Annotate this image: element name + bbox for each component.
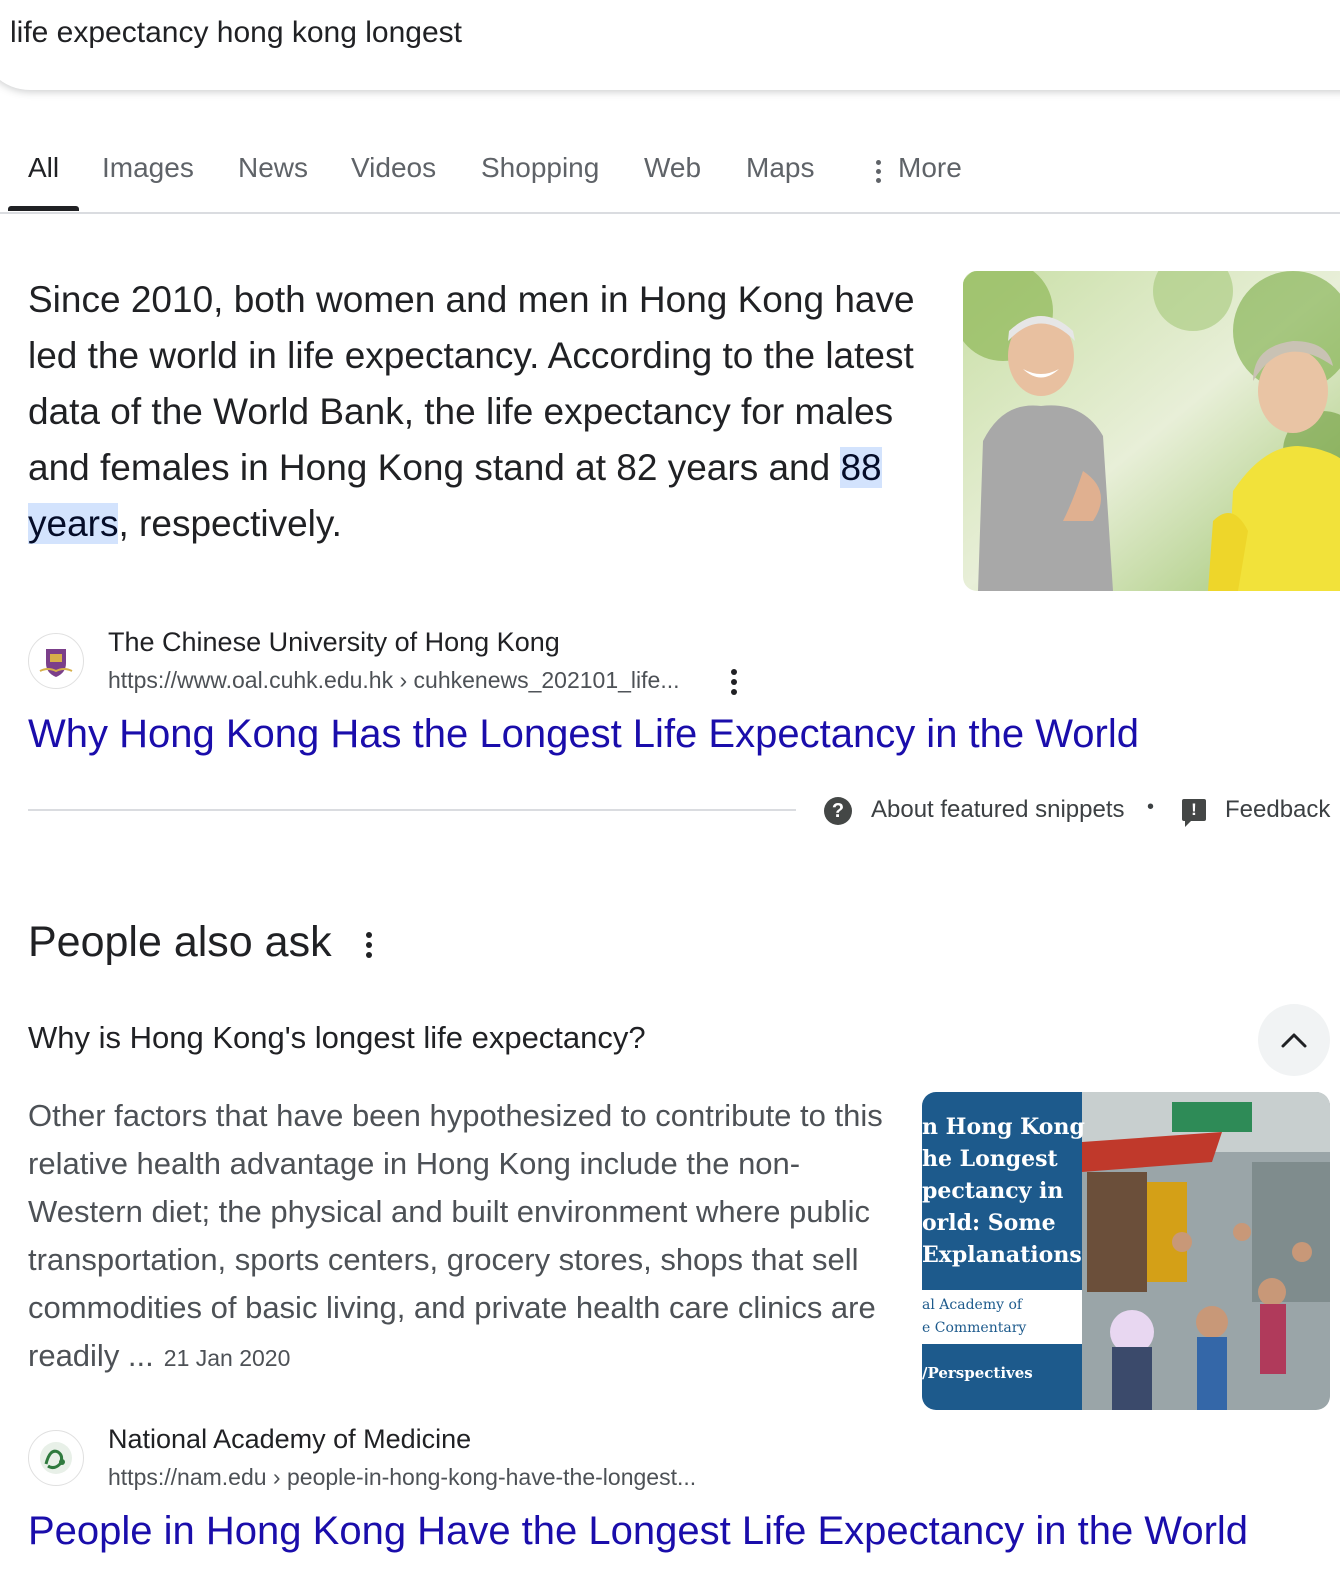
tab-images[interactable]: Images [102,152,194,184]
tab-maps[interactable]: Maps [746,152,814,184]
divider [28,809,796,811]
paa-image[interactable]: n Hong Kong he Longest pectancy in orld:… [922,1092,1330,1410]
result-title-link[interactable]: Why Hong Kong Has the Longest Life Expec… [28,712,1139,757]
nam-logo-icon [28,1430,84,1486]
search-tabs: All Images News Videos Shopping Web Maps… [0,140,1340,214]
separator: • [1147,796,1155,818]
tab-shopping[interactable]: Shopping [481,152,599,184]
result-options-icon[interactable] [730,669,738,697]
source-url[interactable]: https://www.oal.cuhk.edu.hk › cuhkenews_… [108,667,680,694]
result-source-nam[interactable]: National Academy of Medicine https://nam… [28,1422,928,1492]
more-vertical-icon[interactable] [874,160,882,188]
paa-image-text-7: e Commentary [922,1320,1027,1336]
paa-answer: Other factors that have been hypothesize… [28,1092,898,1382]
paa-question[interactable]: Why is Hong Kong's longest life expectan… [28,1020,646,1056]
featured-snippet-text: Since 2010, both women and men in Hong K… [28,272,928,552]
paa-image-text-3: pectancy in [922,1178,1064,1204]
paa-image-text-6: al Academy of [922,1297,1023,1313]
tab-web[interactable]: Web [644,152,701,184]
people-also-ask-heading: People also ask [28,918,332,966]
paa-options-icon[interactable] [365,932,373,960]
tab-videos[interactable]: Videos [351,152,436,184]
source-name: National Academy of Medicine [108,1424,472,1454]
cuhk-crest-icon [28,633,84,689]
source-url[interactable]: https://nam.edu › people-in-hong-kong-ha… [108,1464,696,1491]
paa-date: 21 Jan 2020 [163,1345,291,1371]
snippet-text-before: Since 2010, both women and men in Hong K… [28,279,915,488]
paa-image-text-8: /Perspectives [922,1364,1033,1382]
paa-image-text-5: Explanations [922,1242,1082,1268]
snippet-image[interactable] [963,271,1340,591]
tab-all[interactable]: All [28,152,59,184]
help-icon[interactable]: ? [824,797,852,825]
active-tab-indicator [8,206,79,211]
result-source-cuhk[interactable]: The Chinese University of Hong Kong http… [28,625,928,695]
search-bar[interactable]: life expectancy hong kong longest [0,0,1340,90]
snippet-text-after: , respectively. [118,503,342,544]
paa-answer-text: Other factors that have been hypothesize… [28,1098,883,1373]
about-featured-snippets-link[interactable]: About featured snippets [871,796,1125,824]
elderly-couple-jogging-image [963,271,1340,591]
source-name: The Chinese University of Hong Kong [108,627,560,657]
collapse-button[interactable] [1258,1004,1330,1076]
search-input[interactable]: life expectancy hong kong longest [10,16,462,50]
paa-result-title-link[interactable]: People in Hong Kong Have the Longest Lif… [28,1509,1248,1554]
tab-more[interactable]: More [898,152,962,184]
feedback-icon[interactable]: ! [1182,799,1206,827]
paa-image-text-2: he Longest [922,1146,1058,1172]
paa-image-text-1: n Hong Kong [922,1114,1085,1140]
tab-news[interactable]: News [238,152,308,184]
paa-image-text-4: orld: Some [922,1210,1056,1236]
chevron-up-icon [1281,1033,1307,1048]
feedback-link[interactable]: Feedback [1225,796,1330,824]
